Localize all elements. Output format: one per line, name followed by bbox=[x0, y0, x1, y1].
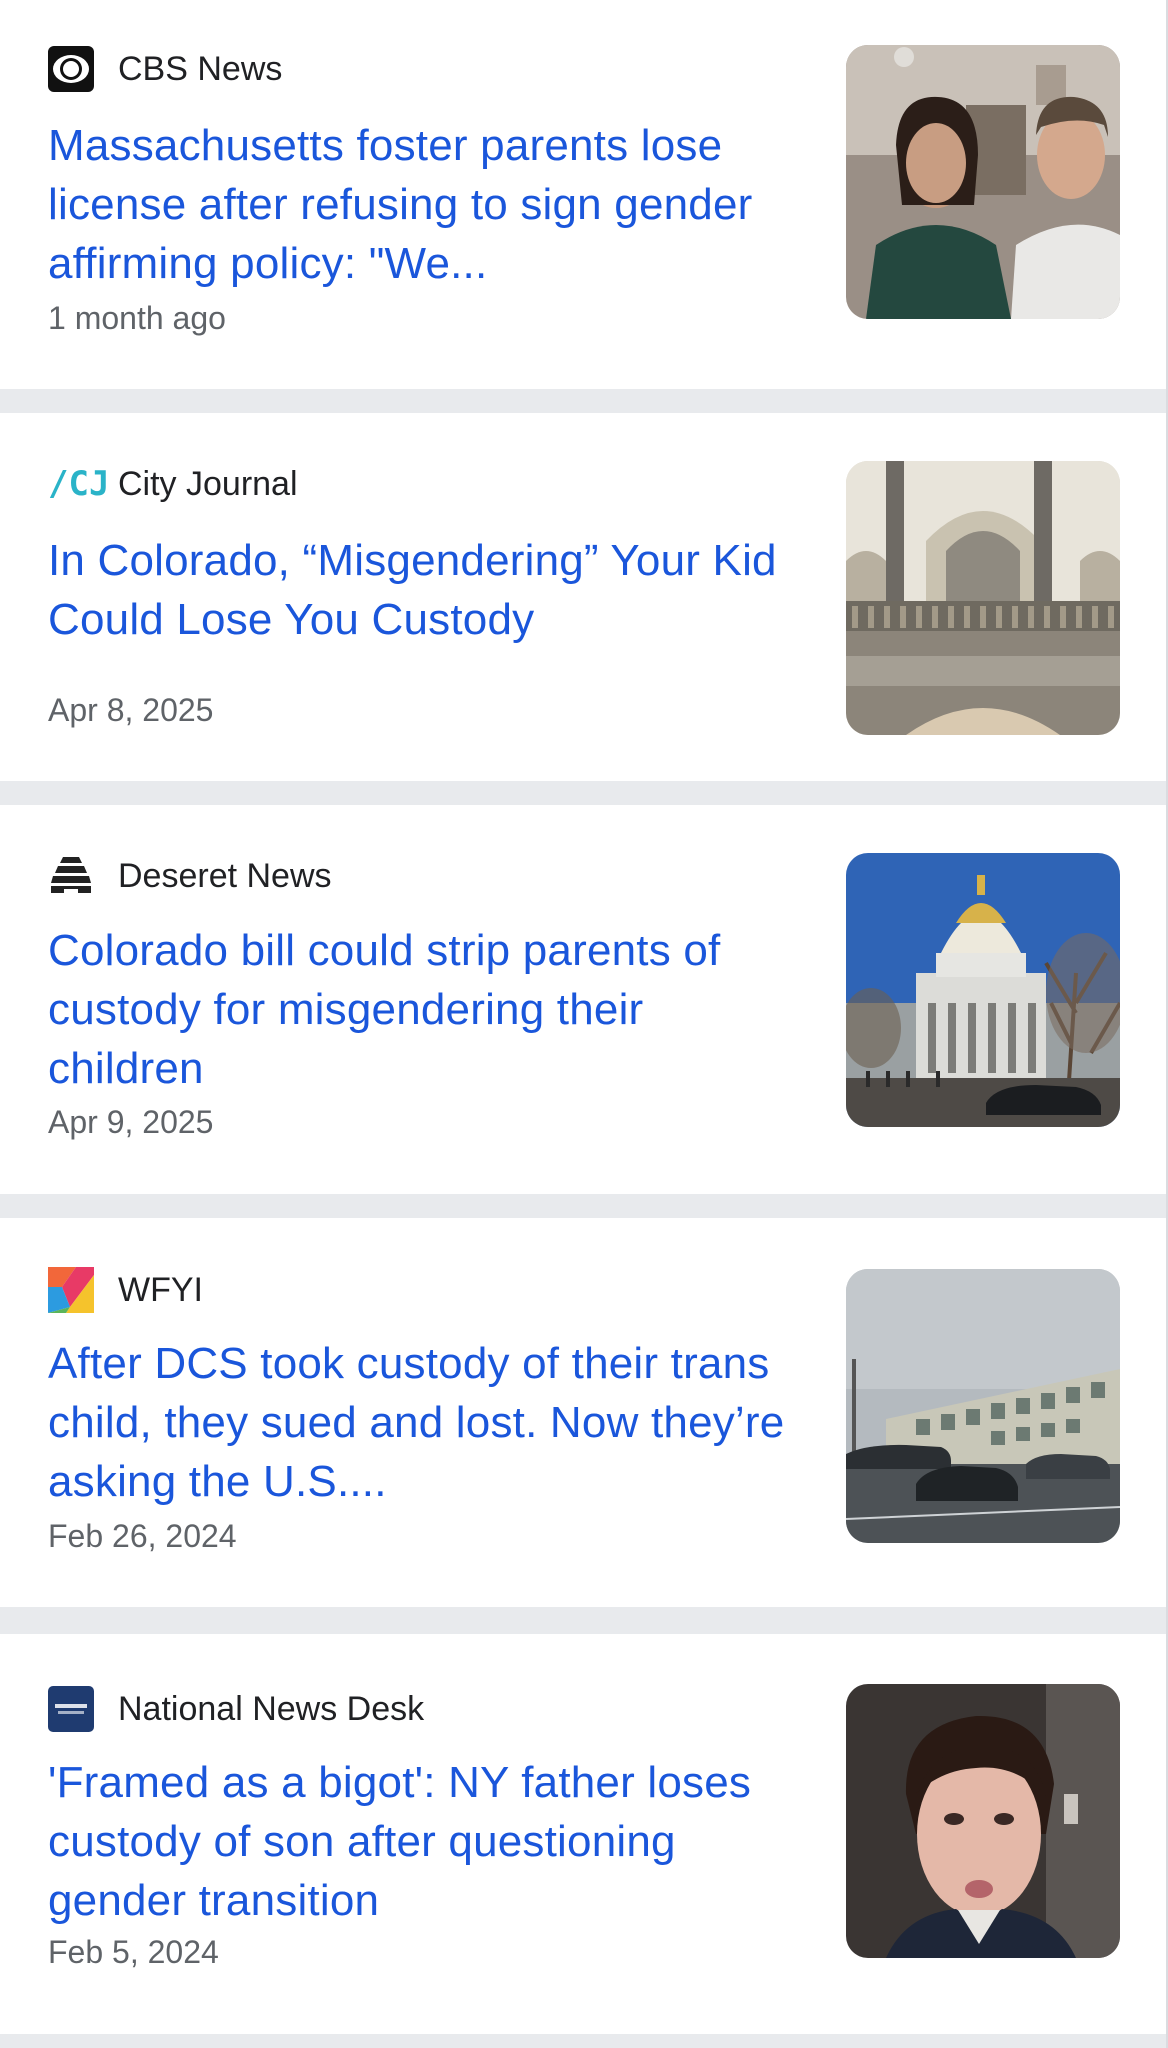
city-journal-cj-icon: /CJ bbox=[48, 461, 109, 507]
source-name: CBS News bbox=[118, 49, 283, 88]
man-video-call-photo[interactable] bbox=[846, 1684, 1120, 1958]
news-source: CBS News bbox=[48, 45, 282, 93]
headline-link[interactable]: 'Framed as a bigot': NY father loses cus… bbox=[48, 1753, 808, 1930]
news-card[interactable]: National News Desk 'Framed as a bigot': … bbox=[0, 1634, 1166, 2034]
news-card[interactable]: CBS News Massachusetts foster parents lo… bbox=[0, 0, 1166, 389]
cbs-eye-icon bbox=[48, 46, 94, 92]
source-name: WFYI bbox=[118, 1270, 203, 1309]
logo-text: /CJ bbox=[48, 464, 110, 504]
article-date: Apr 8, 2025 bbox=[48, 692, 214, 728]
news-source: National News Desk bbox=[48, 1685, 424, 1733]
colorado-capitol-dome-photo[interactable] bbox=[846, 853, 1120, 1127]
wfyi-color-blocks-icon bbox=[48, 1267, 94, 1313]
news-card[interactable]: Deseret News Colorado bill could strip p… bbox=[0, 805, 1166, 1194]
source-name: National News Desk bbox=[118, 1689, 425, 1728]
source-name: Deseret News bbox=[118, 856, 332, 895]
headline-link[interactable]: Colorado bill could strip parents of cus… bbox=[48, 921, 808, 1098]
news-source: /CJ City Journal bbox=[48, 460, 298, 508]
news-card[interactable]: /CJ City Journal In Colorado, “Misgender… bbox=[0, 413, 1166, 781]
national-news-desk-icon bbox=[48, 1686, 94, 1732]
news-feed: CBS News Massachusetts foster parents lo… bbox=[0, 0, 1168, 2048]
news-source: Deseret News bbox=[48, 852, 332, 900]
news-card[interactable]: WFYI After DCS took custody of their tra… bbox=[0, 1218, 1166, 1607]
two-people-interview-photo[interactable] bbox=[846, 45, 1120, 319]
headline-link[interactable]: Massachusetts foster parents lose licens… bbox=[48, 116, 808, 293]
article-date: Apr 9, 2025 bbox=[48, 1104, 214, 1140]
deseret-beehive-icon bbox=[48, 853, 94, 899]
source-name: City Journal bbox=[118, 464, 298, 503]
news-source: WFYI bbox=[48, 1266, 203, 1314]
headline-link[interactable]: In Colorado, “Misgendering” Your Kid Cou… bbox=[48, 531, 808, 649]
capitol-interior-arches-photo[interactable] bbox=[846, 461, 1120, 735]
parking-lot-building-photo[interactable] bbox=[846, 1269, 1120, 1543]
article-date: 1 month ago bbox=[48, 300, 226, 336]
article-date: Feb 5, 2024 bbox=[48, 1934, 219, 1970]
headline-link[interactable]: After DCS took custody of their trans ch… bbox=[48, 1334, 808, 1511]
article-date: Feb 26, 2024 bbox=[48, 1518, 237, 1554]
